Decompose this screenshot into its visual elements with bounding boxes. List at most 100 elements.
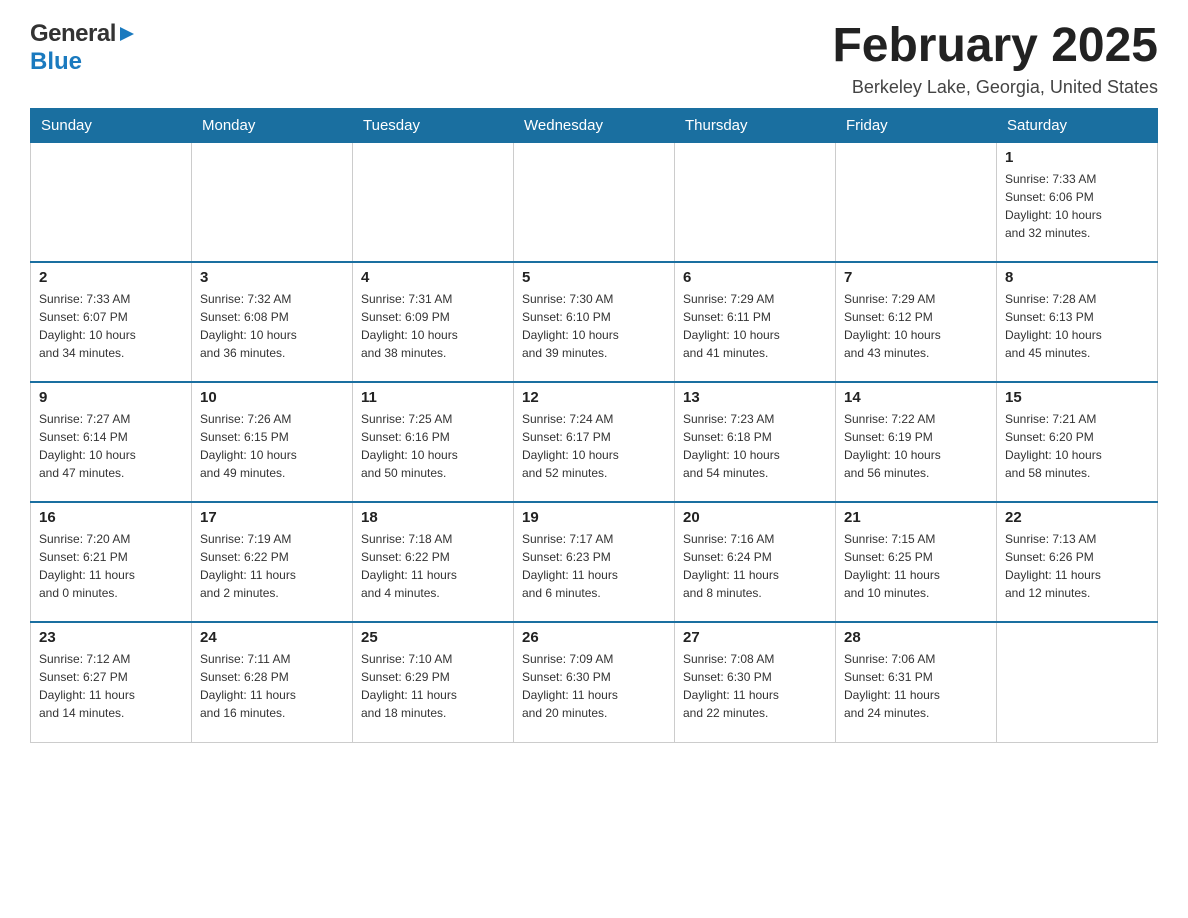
day-number: 16 (39, 509, 183, 526)
day-number: 9 (39, 389, 183, 406)
day-cell: 20 Sunrise: 7:16 AMSunset: 6:24 PMDayligh… (675, 502, 836, 622)
day-number: 15 (1005, 389, 1149, 406)
week-row-3: 9 Sunrise: 7:27 AMSunset: 6:14 PMDaylight… (31, 382, 1158, 502)
day-info: Sunrise: 7:24 AMSunset: 6:17 PMDaylight:… (522, 410, 666, 482)
day-cell (353, 142, 514, 262)
day-info: Sunrise: 7:10 AMSunset: 6:29 PMDaylight:… (361, 650, 505, 722)
day-cell: 13 Sunrise: 7:23 AMSunset: 6:18 PMDayligh… (675, 382, 836, 502)
weekday-header-row: Sunday Monday Tuesday Wednesday Thursday… (31, 108, 1158, 142)
day-cell: 11 Sunrise: 7:25 AMSunset: 6:16 PMDayligh… (353, 382, 514, 502)
day-cell (192, 142, 353, 262)
day-info: Sunrise: 7:33 AMSunset: 6:06 PMDaylight:… (1005, 170, 1149, 242)
header-wednesday: Wednesday (514, 108, 675, 142)
day-cell: 2 Sunrise: 7:33 AMSunset: 6:07 PMDaylight… (31, 262, 192, 382)
day-info: Sunrise: 7:09 AMSunset: 6:30 PMDaylight:… (522, 650, 666, 722)
day-info: Sunrise: 7:32 AMSunset: 6:08 PMDaylight:… (200, 290, 344, 362)
day-cell: 22 Sunrise: 7:13 AMSunset: 6:26 PMDayligh… (997, 502, 1158, 622)
header-thursday: Thursday (675, 108, 836, 142)
day-info: Sunrise: 7:28 AMSunset: 6:13 PMDaylight:… (1005, 290, 1149, 362)
day-info: Sunrise: 7:13 AMSunset: 6:26 PMDaylight:… (1005, 530, 1149, 602)
day-number: 19 (522, 509, 666, 526)
day-info: Sunrise: 7:27 AMSunset: 6:14 PMDaylight:… (39, 410, 183, 482)
day-cell: 24Sunrise: 7:11 AMSunset: 6:28 PMDayligh… (192, 622, 353, 742)
logo-general-text: General (30, 20, 116, 48)
logo: General Blue (30, 20, 136, 76)
day-cell: 18 Sunrise: 7:18 AMSunset: 6:22 PMDayligh… (353, 502, 514, 622)
header-tuesday: Tuesday (353, 108, 514, 142)
day-info: Sunrise: 7:26 AMSunset: 6:15 PMDaylight:… (200, 410, 344, 482)
day-cell: 19 Sunrise: 7:17 AMSunset: 6:23 PMDayligh… (514, 502, 675, 622)
day-info: Sunrise: 7:17 AMSunset: 6:23 PMDaylight:… (522, 530, 666, 602)
day-info: Sunrise: 7:29 AMSunset: 6:12 PMDaylight:… (844, 290, 988, 362)
week-row-5: 23 Sunrise: 7:12 AMSunset: 6:27 PMDayligh… (31, 622, 1158, 742)
day-cell: 4 Sunrise: 7:31 AMSunset: 6:09 PMDaylight… (353, 262, 514, 382)
day-number: 22 (1005, 509, 1149, 526)
day-number: 8 (1005, 269, 1149, 286)
day-number: 1 (1005, 149, 1149, 166)
logo-arrow-icon (118, 25, 136, 43)
day-cell: 15 Sunrise: 7:21 AMSunset: 6:20 PMDayligh… (997, 382, 1158, 502)
day-cell: 9 Sunrise: 7:27 AMSunset: 6:14 PMDaylight… (31, 382, 192, 502)
day-number: 12 (522, 389, 666, 406)
day-number: 7 (844, 269, 988, 286)
day-number: 2 (39, 269, 183, 286)
day-cell (675, 142, 836, 262)
day-cell: 17Sunrise: 7:19 AMSunset: 6:22 PMDayligh… (192, 502, 353, 622)
location-text: Berkeley Lake, Georgia, United States (832, 77, 1158, 98)
week-row-2: 2 Sunrise: 7:33 AMSunset: 6:07 PMDaylight… (31, 262, 1158, 382)
day-number: 17 (200, 509, 344, 526)
week-row-4: 16 Sunrise: 7:20 AMSunset: 6:21 PMDayligh… (31, 502, 1158, 622)
day-cell: 12 Sunrise: 7:24 AMSunset: 6:17 PMDayligh… (514, 382, 675, 502)
day-number: 23 (39, 629, 183, 646)
day-number: 28 (844, 629, 988, 646)
day-cell: 16 Sunrise: 7:20 AMSunset: 6:21 PMDayligh… (31, 502, 192, 622)
day-number: 20 (683, 509, 827, 526)
header-sunday: Sunday (31, 108, 192, 142)
day-info: Sunrise: 7:20 AMSunset: 6:21 PMDaylight:… (39, 530, 183, 602)
day-number: 25 (361, 629, 505, 646)
day-info: Sunrise: 7:30 AMSunset: 6:10 PMDaylight:… (522, 290, 666, 362)
day-number: 6 (683, 269, 827, 286)
day-number: 4 (361, 269, 505, 286)
day-cell: 26 Sunrise: 7:09 AMSunset: 6:30 PMDayligh… (514, 622, 675, 742)
day-info: Sunrise: 7:12 AMSunset: 6:27 PMDaylight:… (39, 650, 183, 722)
day-number: 14 (844, 389, 988, 406)
title-section: February 2025 Berkeley Lake, Georgia, Un… (832, 20, 1158, 98)
day-cell (31, 142, 192, 262)
day-number: 26 (522, 629, 666, 646)
day-number: 24 (200, 629, 344, 646)
day-cell (836, 142, 997, 262)
day-info: Sunrise: 7:21 AMSunset: 6:20 PMDaylight:… (1005, 410, 1149, 482)
day-cell: 27 Sunrise: 7:08 AMSunset: 6:30 PMDayligh… (675, 622, 836, 742)
day-info: Sunrise: 7:15 AMSunset: 6:25 PMDaylight:… (844, 530, 988, 602)
day-cell: 23 Sunrise: 7:12 AMSunset: 6:27 PMDayligh… (31, 622, 192, 742)
day-info: Sunrise: 7:23 AMSunset: 6:18 PMDaylight:… (683, 410, 827, 482)
day-cell: 21 Sunrise: 7:15 AMSunset: 6:25 PMDayligh… (836, 502, 997, 622)
day-cell (997, 622, 1158, 742)
page-header: General Blue February 2025 Berkeley Lake… (30, 20, 1158, 98)
day-info: Sunrise: 7:18 AMSunset: 6:22 PMDaylight:… (361, 530, 505, 602)
day-number: 5 (522, 269, 666, 286)
day-number: 3 (200, 269, 344, 286)
day-number: 27 (683, 629, 827, 646)
day-cell: 1 Sunrise: 7:33 AMSunset: 6:06 PMDaylight… (997, 142, 1158, 262)
day-number: 13 (683, 389, 827, 406)
day-cell: 5 Sunrise: 7:30 AMSunset: 6:10 PMDaylight… (514, 262, 675, 382)
header-friday: Friday (836, 108, 997, 142)
day-cell (514, 142, 675, 262)
day-number: 21 (844, 509, 988, 526)
day-info: Sunrise: 7:06 AMSunset: 6:31 PMDaylight:… (844, 650, 988, 722)
day-number: 18 (361, 509, 505, 526)
day-info: Sunrise: 7:33 AMSunset: 6:07 PMDaylight:… (39, 290, 183, 362)
header-saturday: Saturday (997, 108, 1158, 142)
day-cell: 10Sunrise: 7:26 AMSunset: 6:15 PMDayligh… (192, 382, 353, 502)
day-number: 11 (361, 389, 505, 406)
day-cell: 8 Sunrise: 7:28 AMSunset: 6:13 PMDaylight… (997, 262, 1158, 382)
day-info: Sunrise: 7:31 AMSunset: 6:09 PMDaylight:… (361, 290, 505, 362)
calendar-table: Sunday Monday Tuesday Wednesday Thursday… (30, 108, 1158, 743)
header-monday: Monday (192, 108, 353, 142)
day-info: Sunrise: 7:25 AMSunset: 6:16 PMDaylight:… (361, 410, 505, 482)
day-info: Sunrise: 7:16 AMSunset: 6:24 PMDaylight:… (683, 530, 827, 602)
day-info: Sunrise: 7:22 AMSunset: 6:19 PMDaylight:… (844, 410, 988, 482)
day-info: Sunrise: 7:08 AMSunset: 6:30 PMDaylight:… (683, 650, 827, 722)
